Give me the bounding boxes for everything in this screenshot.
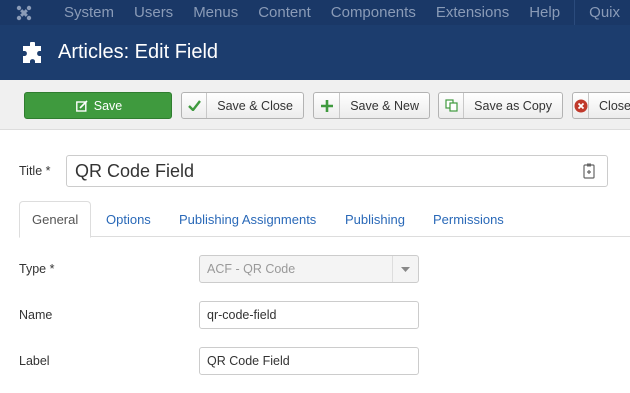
type-select[interactable]: ACF - QR Code bbox=[199, 255, 419, 283]
menu-extensions[interactable]: Extensions bbox=[436, 4, 509, 21]
menu-help[interactable]: Help bbox=[529, 4, 560, 21]
menu-menus[interactable]: Menus bbox=[193, 4, 238, 21]
label-value: QR Code Field bbox=[207, 354, 290, 368]
tab-publishing-assignments[interactable]: Publishing Assignments bbox=[179, 201, 316, 237]
save-new-button[interactable]: Save & New bbox=[313, 92, 430, 119]
save-button[interactable]: Save bbox=[24, 92, 172, 119]
puzzle-icon bbox=[23, 41, 41, 63]
copy-icon bbox=[439, 93, 465, 118]
name-input[interactable]: qr-code-field bbox=[199, 301, 419, 329]
toolbar: Save Save & Close Save & New Save as Cop… bbox=[0, 80, 630, 130]
joomla-logo-icon[interactable] bbox=[0, 0, 48, 25]
page-header: Articles: Edit Field bbox=[0, 25, 630, 80]
type-value: ACF - QR Code bbox=[207, 262, 296, 276]
close-icon bbox=[573, 93, 590, 118]
label-input[interactable]: QR Code Field bbox=[199, 347, 419, 375]
menu-users[interactable]: Users bbox=[134, 4, 173, 21]
name-value: qr-code-field bbox=[207, 308, 277, 322]
title-input[interactable]: QR Code Field bbox=[66, 155, 608, 187]
menu-quix[interactable]: Quix bbox=[574, 0, 630, 25]
clipboard-icon bbox=[583, 163, 595, 179]
save-copy-button[interactable]: Save as Copy bbox=[438, 92, 563, 119]
title-value: QR Code Field bbox=[75, 160, 195, 181]
tab-general[interactable]: General bbox=[19, 201, 92, 238]
save-close-button[interactable]: Save & Close bbox=[181, 92, 304, 119]
title-label: Title * bbox=[19, 164, 51, 178]
name-label: Name bbox=[19, 308, 53, 322]
plus-icon bbox=[314, 93, 341, 118]
chevron-down-icon bbox=[392, 256, 418, 282]
type-label: Type * bbox=[19, 262, 55, 276]
tab-bar: General Options Publishing Assignments P… bbox=[19, 201, 630, 238]
check-icon bbox=[182, 93, 208, 118]
page-title: Articles: Edit Field bbox=[58, 41, 219, 63]
tab-options[interactable]: Options bbox=[106, 201, 151, 237]
label-label: Label bbox=[19, 354, 50, 368]
menu-content[interactable]: Content bbox=[258, 4, 311, 21]
tab-permissions[interactable]: Permissions bbox=[433, 201, 504, 237]
menu-components[interactable]: Components bbox=[331, 4, 416, 21]
tab-publishing[interactable]: Publishing bbox=[345, 201, 405, 237]
close-button[interactable]: Close bbox=[572, 92, 630, 119]
menu-system[interactable]: System bbox=[64, 4, 114, 21]
edit-icon bbox=[74, 93, 90, 118]
top-nav: System Users Menus Content Components Ex… bbox=[0, 0, 630, 25]
